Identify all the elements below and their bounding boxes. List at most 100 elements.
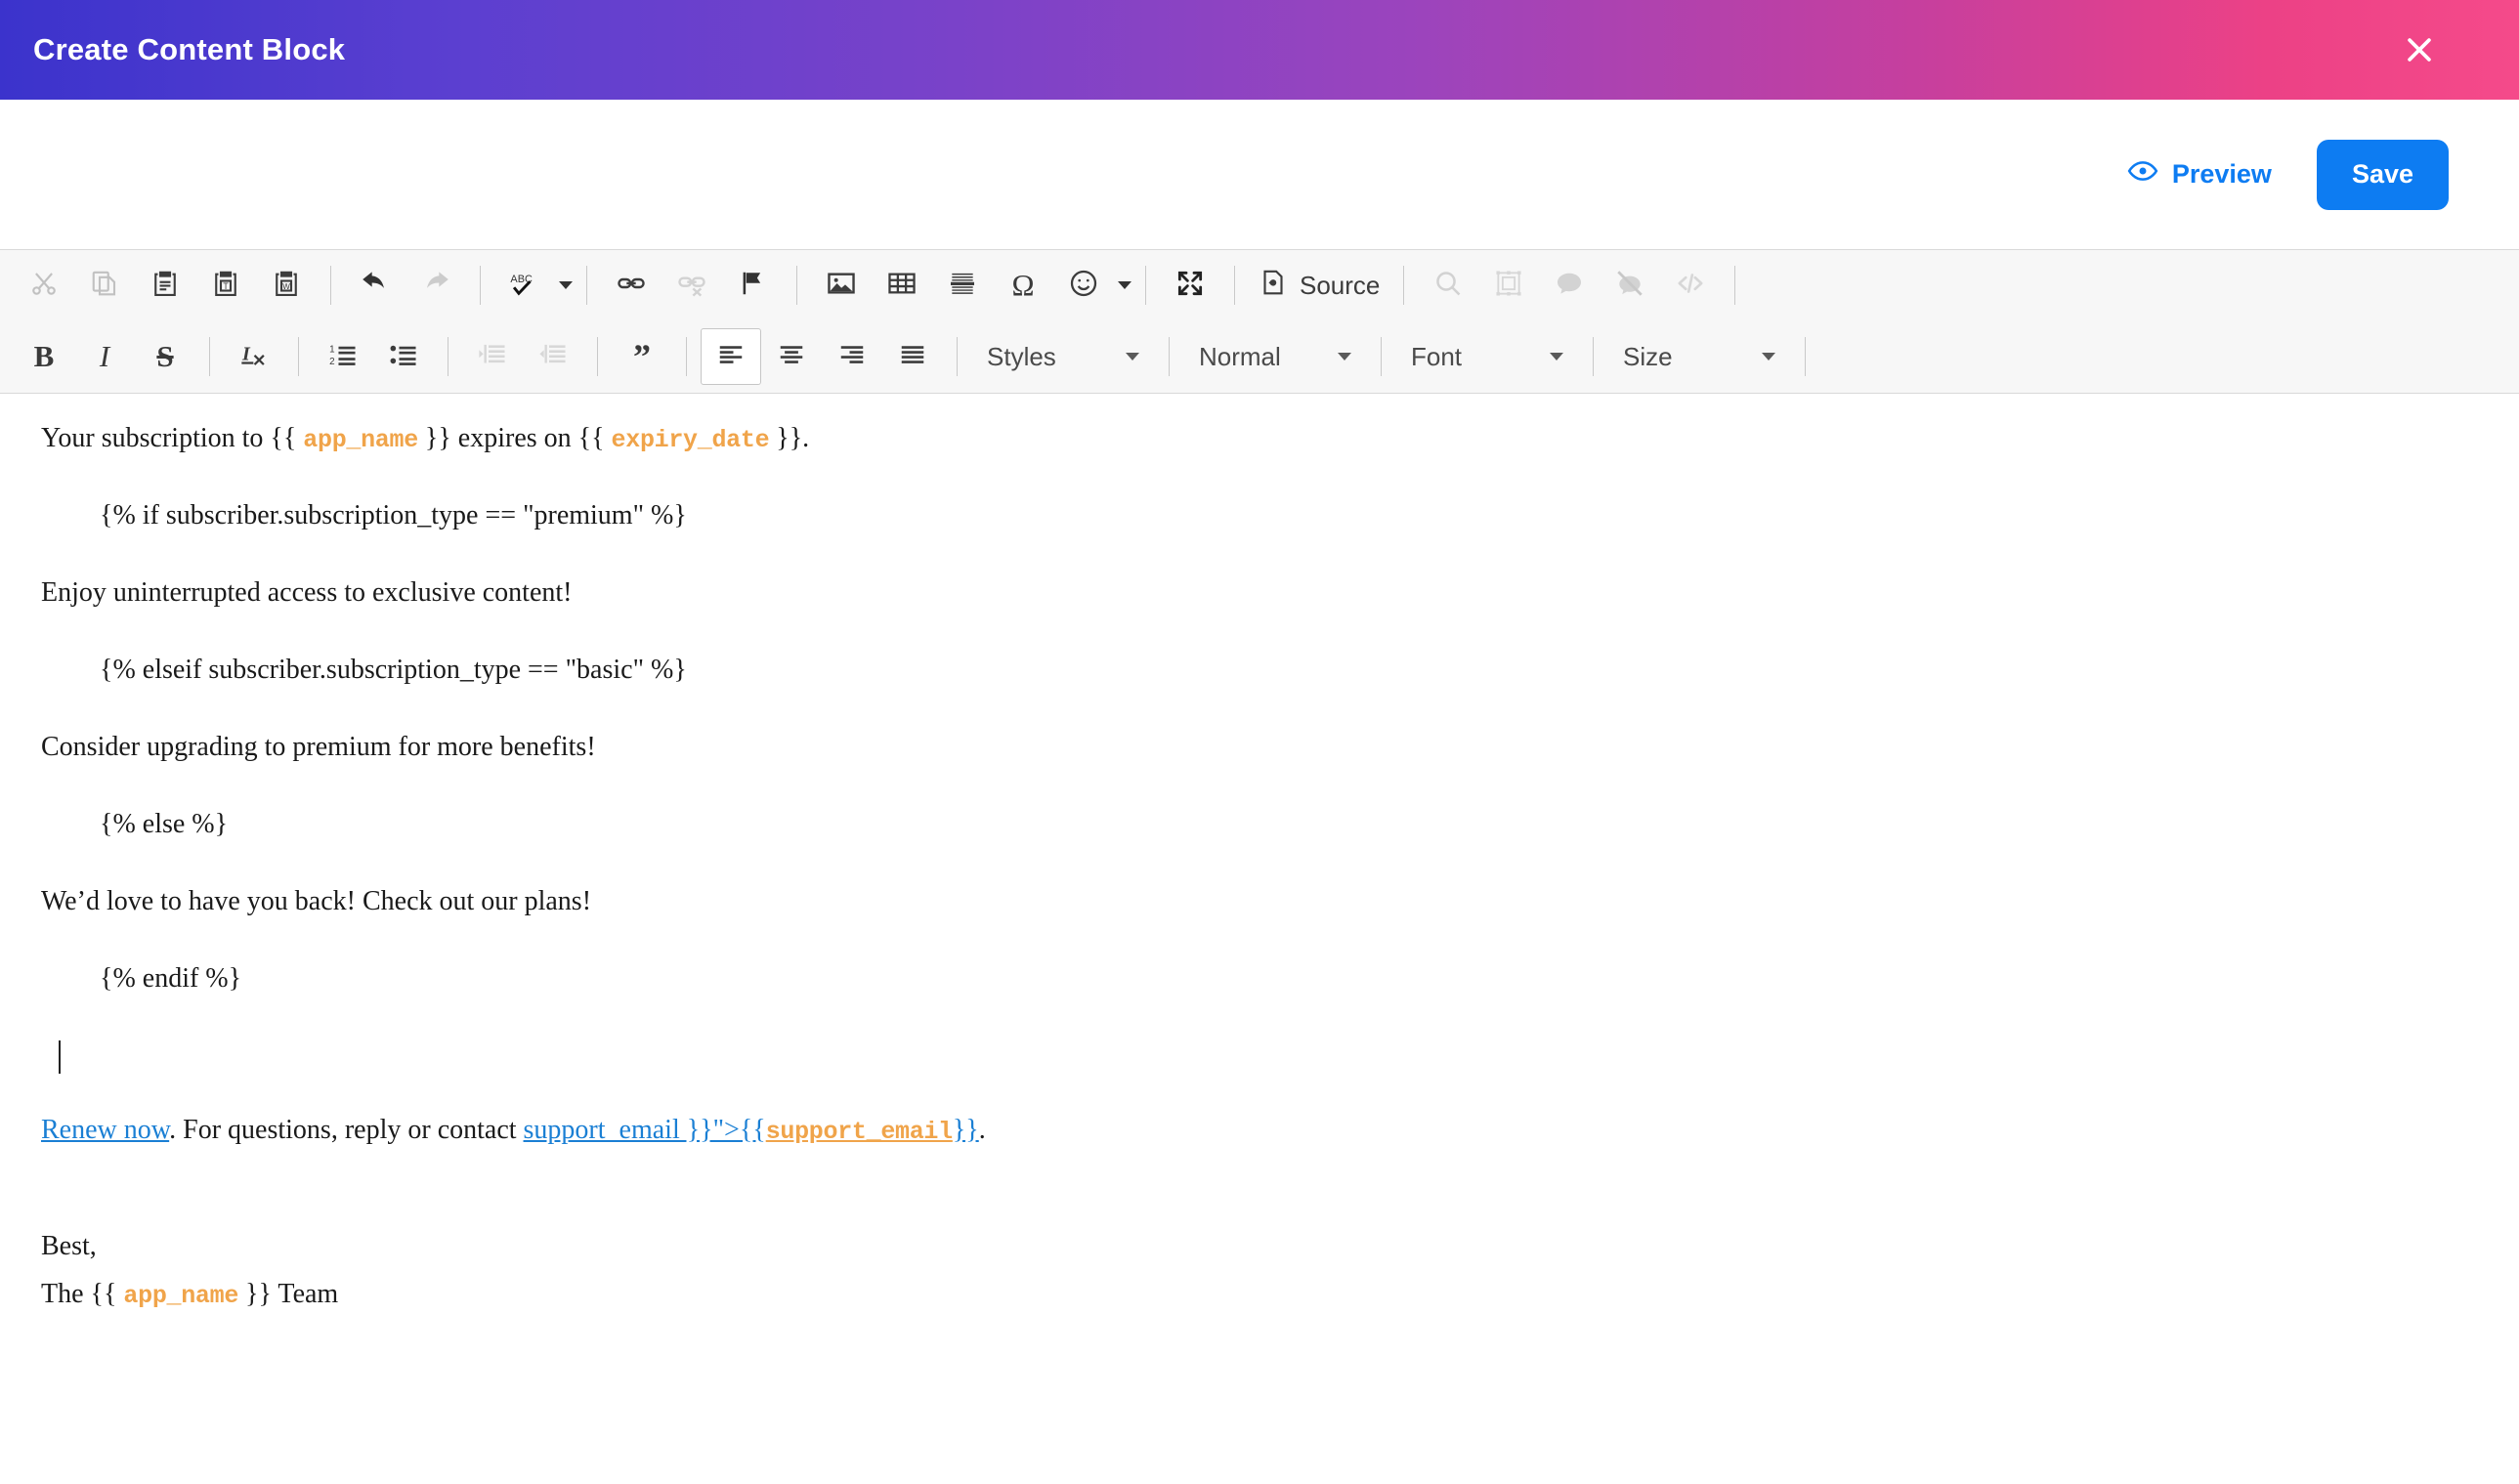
horizontal-rule-button[interactable]	[932, 257, 993, 314]
svg-text:ABC: ABC	[510, 273, 533, 284]
justify-button[interactable]	[882, 328, 943, 385]
cut-button[interactable]	[14, 257, 74, 314]
close-icon[interactable]	[2398, 28, 2441, 71]
subscription-mid-text: }} expires on {{	[424, 423, 605, 453]
hide-marker-button[interactable]	[1600, 257, 1660, 314]
svg-text:2: 2	[329, 356, 334, 366]
closing-pre-text: The {{	[41, 1278, 117, 1309]
toolbar-separator	[1169, 337, 1170, 376]
maximize-button[interactable]	[1160, 257, 1220, 314]
redo-button[interactable]	[406, 257, 466, 314]
toolbar-separator	[1145, 266, 1146, 305]
toolbar-separator	[298, 337, 299, 376]
toolbar-separator	[1403, 266, 1405, 305]
comment-button[interactable]	[1539, 257, 1600, 314]
undo-button[interactable]	[345, 257, 406, 314]
image-icon	[826, 268, 857, 304]
copy-icon	[90, 269, 119, 303]
horizontal-rule-icon	[947, 268, 978, 304]
variable-expiry-date: expiry_date	[611, 426, 770, 454]
strikethrough-button[interactable]: S	[135, 328, 195, 385]
paste-from-word-button[interactable]: W	[256, 257, 317, 314]
table-button[interactable]	[872, 257, 932, 314]
modal-title: Create Content Block	[33, 32, 346, 66]
copy-button[interactable]	[74, 257, 135, 314]
svg-text:T: T	[223, 280, 229, 290]
toolbar-separator	[597, 337, 598, 376]
remove-format-button[interactable]: I	[224, 328, 284, 385]
align-right-button[interactable]	[822, 328, 882, 385]
image-resize-button[interactable]	[1478, 257, 1539, 314]
preview-button[interactable]: Preview	[2121, 154, 2278, 194]
broken-support-email-link[interactable]: support_email }}">{{	[524, 1115, 766, 1145]
styles-dropdown[interactable]: Styles	[971, 328, 1155, 385]
outdent-button[interactable]	[462, 328, 523, 385]
smiley-icon	[1068, 268, 1099, 304]
find-button[interactable]	[1418, 257, 1478, 314]
font-family-label: Font	[1411, 341, 1463, 371]
paste-icon	[150, 269, 180, 303]
outdent-icon	[477, 339, 508, 375]
spellcheck-dropdown-arrow-icon[interactable]	[559, 281, 573, 289]
strikethrough-icon: S	[156, 339, 174, 373]
special-character-button[interactable]: Ω	[993, 257, 1053, 314]
align-left-button[interactable]	[701, 328, 761, 385]
toolbar-separator	[586, 266, 587, 305]
spellcheck-button[interactable]: ABC	[494, 257, 555, 314]
toolbar-separator	[1593, 337, 1594, 376]
template-tag-else: {% else %}	[100, 808, 229, 839]
source-button[interactable]: Source	[1249, 257, 1389, 314]
bold-button[interactable]: B	[14, 328, 74, 385]
eye-icon	[2127, 155, 2158, 193]
editor-spacer	[41, 1190, 2480, 1229]
smiley-dropdown-arrow-icon[interactable]	[1118, 281, 1131, 289]
subscription-post-text: }}.	[776, 423, 810, 453]
blockquote-button[interactable]: ”	[612, 328, 672, 385]
text-cursor-caret	[59, 1040, 61, 1075]
indent-icon	[537, 339, 569, 375]
renew-now-link[interactable]: Renew now	[41, 1115, 169, 1145]
blockquote-icon: ”	[633, 337, 651, 376]
editor-line-basic-text: Consider upgrading to premium for more b…	[41, 731, 596, 762]
anchor-button[interactable]	[722, 257, 783, 314]
editor-line-closing-team: The {{ app_name }} Team	[41, 1277, 2480, 1313]
align-right-icon	[837, 340, 867, 374]
hide-marker-icon	[1614, 268, 1645, 304]
paste-as-plain-text-button[interactable]: T	[195, 257, 256, 314]
code-snippet-button[interactable]	[1660, 257, 1721, 314]
broken-link-tail[interactable]: }}	[953, 1115, 979, 1145]
image-button[interactable]	[811, 257, 872, 314]
indent-button[interactable]	[523, 328, 583, 385]
source-document-icon	[1259, 268, 1288, 304]
editor-toolbar: T W ABC Ω Source B I S I 1 2 ” Styles No…	[0, 249, 2519, 394]
paragraph-format-dropdown[interactable]: Normal	[1183, 328, 1367, 385]
smiley-button[interactable]	[1053, 257, 1114, 314]
chevron-down-icon	[1762, 353, 1775, 360]
scissors-icon	[29, 269, 59, 303]
font-size-dropdown[interactable]: Size	[1607, 328, 1791, 385]
magnifier-icon	[1432, 268, 1464, 304]
unlink-button[interactable]	[662, 257, 722, 314]
save-button[interactable]: Save	[2316, 139, 2449, 210]
toolbar-separator	[686, 337, 687, 376]
styles-dropdown-label: Styles	[987, 341, 1056, 371]
paragraph-format-label: Normal	[1199, 341, 1281, 371]
rich-text-editor-body[interactable]: Your subscription to {{ app_name }} expi…	[0, 394, 2519, 1484]
numbered-list-button[interactable]: 1 2	[313, 328, 373, 385]
editor-line-renew-link: Renew now. For questions, reply or conta…	[41, 1113, 2480, 1149]
paste-button[interactable]	[135, 257, 195, 314]
font-family-dropdown[interactable]: Font	[1395, 328, 1579, 385]
editor-empty-line-with-caret[interactable]	[41, 1039, 2480, 1075]
link-button[interactable]	[601, 257, 662, 314]
justify-icon	[898, 340, 927, 374]
subscription-pre-text: Your subscription to {{	[41, 423, 297, 453]
italic-button[interactable]: I	[74, 328, 135, 385]
align-center-button[interactable]	[761, 328, 822, 385]
bulleted-list-button[interactable]	[373, 328, 434, 385]
chevron-down-icon	[1126, 353, 1139, 360]
remove-format-icon: I	[238, 339, 270, 375]
variable-app-name-closing: app_name	[123, 1281, 239, 1310]
variable-support-email: support_email	[765, 1117, 953, 1146]
omega-icon: Ω	[1011, 268, 1035, 302]
align-left-icon	[716, 340, 746, 374]
